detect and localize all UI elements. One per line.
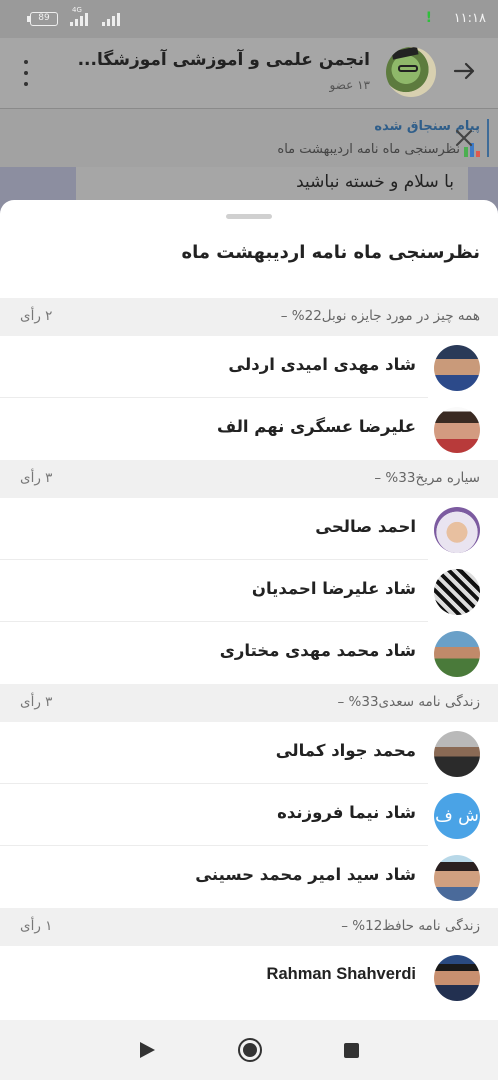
option-header: زندگی نامه حافظ12% – ۱ رأی [0, 908, 498, 946]
voter-row[interactable]: شاد سید امیر محمد حسینی [0, 846, 498, 908]
chat-title[interactable]: انجمن علمی و آموزشی آموزشگا... [78, 50, 370, 70]
voter-row[interactable]: شاد مهدی امیدی اردلی [0, 336, 498, 398]
vote-count: ۲ رأی [20, 308, 53, 324]
voter-avatar [434, 855, 480, 901]
voter-name: شاد سید امیر محمد حسینی [195, 865, 416, 884]
voter-avatar [434, 569, 480, 615]
voter-row[interactable]: محمد جواد کمالی [0, 722, 498, 784]
option-header: همه چیز در مورد جایزه نوبل22% – ۲ رأی [0, 298, 498, 336]
chat-header: انجمن علمی و آموزشی آموزشگا... ۱۳ عضو [0, 38, 498, 108]
voter-name: Rahman Shahverdi [266, 965, 416, 983]
status-bar: 89 4G ! ۱۱:۱۸ [0, 0, 498, 38]
option-title: همه چیز در مورد جایزه نوبل22% – [280, 308, 480, 324]
sheet-drag-handle[interactable] [226, 214, 272, 219]
option-header: سیاره مریخ33% – ۳ رأی [0, 460, 498, 498]
member-count: ۱۳ عضو [329, 78, 370, 92]
vote-count: ۳ رأی [20, 470, 53, 486]
voter-avatar [434, 407, 480, 453]
nav-back-icon[interactable] [140, 1042, 155, 1058]
voter-name: شاد مهدی امیدی اردلی [228, 355, 416, 374]
vote-count: ۳ رأی [20, 694, 53, 710]
option-title: سیاره مریخ33% – [374, 470, 480, 486]
alert-icon: ! [425, 10, 432, 26]
signal-icon [70, 12, 88, 26]
voter-name: شاد محمد مهدی مختاری [219, 641, 416, 660]
more-menu-icon[interactable] [22, 60, 30, 86]
voter-name: محمد جواد کمالی [275, 741, 416, 760]
voter-row[interactable]: علیرضا عسگری نهم الف [0, 398, 498, 460]
pinned-text-row: نظرسنجی ماه نامه اردیبهشت ماه [277, 142, 480, 157]
system-nav-bar [0, 1020, 498, 1080]
voter-row[interactable]: ش ف شاد نیما فروزنده [0, 784, 498, 846]
voter-row[interactable]: شاد محمد مهدی مختاری [0, 622, 498, 684]
voter-name: احمد صالحی [315, 517, 416, 536]
voter-avatar [434, 955, 480, 1001]
poll-results-sheet: نظرسنجی ماه نامه اردیبهشت ماه همه چیز در… [0, 200, 498, 1020]
voter-name: شاد نیما فروزنده [277, 803, 416, 822]
voter-row[interactable]: Rahman Shahverdi [0, 946, 498, 1008]
option-title: زندگی نامه سعدی33% – [337, 694, 480, 710]
voter-avatar [434, 631, 480, 677]
back-arrow-icon[interactable] [452, 59, 476, 83]
close-icon[interactable] [454, 128, 474, 148]
voter-avatar [434, 345, 480, 391]
group-avatar[interactable] [386, 47, 436, 97]
sheet-title: نظرسنجی ماه نامه اردیبهشت ماه [181, 242, 480, 263]
pinned-text: نظرسنجی ماه نامه اردیبهشت ماه [277, 142, 460, 157]
message-text: با سلام و خسته نباشید [296, 172, 454, 192]
option-header: زندگی نامه سعدی33% – ۳ رأی [0, 684, 498, 722]
voter-row[interactable]: احمد صالحی [0, 498, 498, 560]
status-time: ۱۱:۱۸ [453, 11, 486, 26]
vote-count: ۱ رأی [20, 918, 53, 934]
option-title: زندگی نامه حافظ12% – [341, 918, 480, 934]
nav-recents-icon[interactable] [344, 1043, 359, 1058]
battery-icon: 89 [27, 12, 58, 26]
voter-name: شاد علیرضا احمدیان [251, 579, 416, 598]
voter-name: علیرضا عسگری نهم الف [217, 417, 416, 436]
nav-home-icon[interactable] [238, 1038, 262, 1062]
voter-avatar [434, 507, 480, 553]
voter-row[interactable]: شاد علیرضا احمدیان [0, 560, 498, 622]
pinned-message-bar[interactable]: پیام سنجاق شده نظرسنجی ماه نامه اردیبهشت… [0, 109, 498, 167]
signal-icon-2 [102, 12, 120, 26]
pin-indicator [487, 119, 489, 157]
voter-avatar: ش ف [434, 793, 480, 839]
voter-avatar [434, 731, 480, 777]
